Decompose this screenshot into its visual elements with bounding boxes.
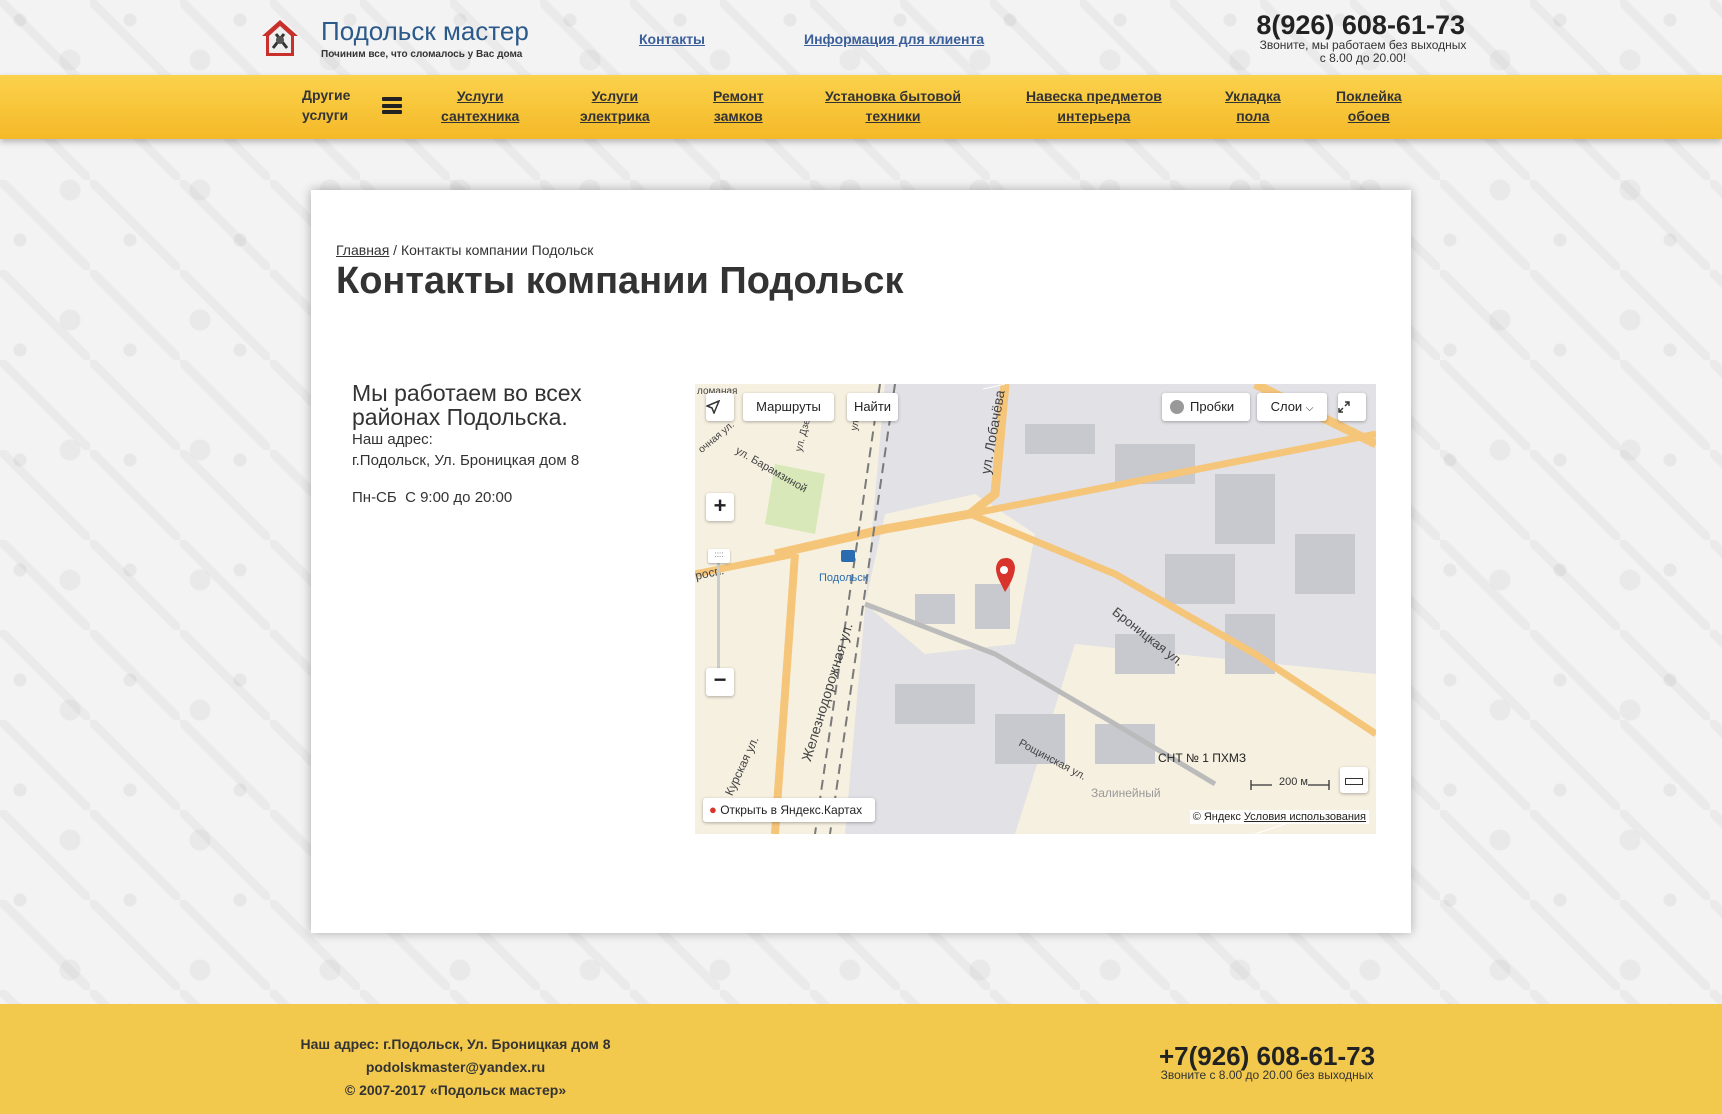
nav-item-line2: пола: [1236, 108, 1270, 124]
nav-item-line1: Поклейка: [1336, 88, 1402, 104]
services-nav: Другие услуги Услуги сантехника Услуги э…: [0, 75, 1722, 139]
nav-item-line1: Услуги: [456, 88, 504, 104]
nav-item-line2: техники: [865, 108, 921, 124]
nav-item-line2: электрика: [580, 108, 650, 124]
plus-icon: +: [713, 493, 727, 518]
contact-lead: Мы работаем во всех районах Подольска.: [352, 380, 582, 430]
nav-item-line1: Навеска предметов: [1026, 88, 1162, 104]
address-value: г.Подольск, Ул. Броницкая дом 8: [352, 452, 580, 469]
nav-interior-hanging[interactable]: Навеска предметов интерьера: [1026, 86, 1162, 126]
zoom-slider-track[interactable]: [717, 551, 720, 671]
nav-item-line2: замков: [713, 108, 763, 124]
open-in-yandex-maps-link[interactable]: ● Открыть в Яндекс.Картах: [703, 798, 875, 822]
nav-item-line2: интерьера: [1057, 108, 1131, 124]
find-button[interactable]: Найти: [847, 393, 898, 421]
station-label: Подольск: [819, 572, 868, 584]
footer-copyright: © 2007-2017 «Подольск мастер»: [344, 1082, 567, 1098]
open-in-yandex-maps-label: Открыть в Яндекс.Картах: [720, 803, 863, 817]
district-label: Залинейный: [1091, 786, 1161, 800]
brand-tagline: Починим все, что сломалось у Вас дома: [321, 49, 523, 60]
traffic-button-label: Пробки: [1190, 399, 1235, 414]
nav-appliance-install[interactable]: Установка бытовой техники: [825, 86, 961, 126]
contacts-link[interactable]: Контакты: [639, 31, 705, 47]
client-info-link[interactable]: Информация для клиента: [804, 31, 984, 47]
layers-button[interactable]: Слои ⌵: [1257, 393, 1327, 421]
traffic-icon: [1170, 400, 1184, 414]
nav-wallpaper[interactable]: Поклейка обоев: [1336, 86, 1402, 126]
header-phone[interactable]: 8(926) 608-61-73: [1256, 10, 1465, 41]
fullscreen-icon: [1338, 401, 1350, 413]
nav-electrician-services[interactable]: Услуги электрика: [580, 86, 650, 126]
nav-lock-repair[interactable]: Ремонт замков: [713, 86, 764, 126]
map-canvas[interactable]: [695, 384, 1376, 834]
nav-item-line1: Укладка: [1225, 88, 1281, 104]
map-terms-link[interactable]: Условия использования: [1244, 811, 1366, 823]
map-residential-area: [1015, 644, 1376, 834]
site-header: Подольск мастер Починим все, что сломало…: [0, 0, 1722, 75]
nav-plumber-services[interactable]: Услуги сантехника: [441, 86, 519, 126]
zoom-in-button[interactable]: +: [706, 493, 734, 521]
menu-icon[interactable]: [382, 97, 402, 114]
page-title: Контакты компании Подольск: [336, 260, 904, 302]
map-pin-icon: ●: [709, 802, 717, 817]
other-services-line2: услуги: [302, 107, 349, 123]
ruler-icon: [1345, 778, 1363, 785]
layers-button-label: Слои: [1270, 399, 1303, 414]
footer-address: Наш адрес: г.Подольск, Ул. Броницкая дом…: [300, 1036, 611, 1052]
nav-item-line2: обоев: [1347, 108, 1390, 124]
nav-floor-laying[interactable]: Укладка пола: [1225, 86, 1281, 126]
breadcrumb-separator: /: [389, 242, 401, 258]
traffic-button[interactable]: Пробки: [1162, 393, 1250, 421]
nav-item-line1: Услуги: [591, 88, 639, 104]
geolocation-button[interactable]: [706, 393, 734, 421]
geolocation-icon: [706, 400, 720, 414]
nav-item-line1: Установка бытовой: [825, 88, 961, 104]
fullscreen-button[interactable]: [1338, 393, 1366, 421]
yandex-map[interactable]: Подольск ул. Лобачёва Броницкая ул. Желе…: [695, 384, 1376, 834]
nav-item-line2: сантехника: [441, 108, 520, 124]
snt-label: СНТ № 1 ПХМЗ: [1158, 751, 1247, 765]
map-copyright: © Яндекс Условия использования: [1189, 810, 1369, 824]
other-services-label[interactable]: Другие услуги: [302, 85, 350, 125]
breadcrumb: Главная / Контакты компании Подольск: [336, 242, 593, 258]
working-hours: Пн-СБ С 9:00 до 20:00: [352, 489, 513, 506]
map-copyright-text: © Яндекс: [1192, 811, 1241, 823]
routes-button[interactable]: Маршруты: [743, 393, 834, 421]
breadcrumb-home-link[interactable]: Главная: [336, 242, 389, 258]
zoom-slider-handle[interactable]: ::::: [708, 549, 730, 563]
train-station-icon: [841, 550, 855, 562]
nav-item-line1: Ремонт: [713, 88, 764, 104]
footer-hours: Звоните с 8.00 до 20.00 без выходных: [1160, 1068, 1374, 1082]
brand-name[interactable]: Подольск мастер: [321, 16, 529, 47]
house-logo-icon[interactable]: [260, 18, 300, 58]
zoom-out-button[interactable]: −: [706, 668, 734, 696]
other-services-line1: Другие: [302, 87, 351, 103]
ruler-button[interactable]: [1340, 767, 1368, 793]
site-footer: Наш адрес: г.Подольск, Ул. Броницкая дом…: [0, 1004, 1722, 1114]
header-hours-line2: с 8.00 до 20.00!: [1319, 51, 1407, 65]
content-card: Главная / Контакты компании Подольск Кон…: [311, 190, 1411, 933]
breadcrumb-current: Контакты компании Подольск: [400, 242, 594, 258]
minus-icon: −: [713, 667, 727, 692]
map-scale-label: 200 м: [1279, 776, 1308, 788]
chevron-down-icon: ⌵: [1305, 403, 1314, 414]
header-hours: Звоните, мы работаем без выходных с 8.00…: [1253, 39, 1473, 65]
address-label: Наш адрес:: [352, 431, 433, 448]
footer-email[interactable]: podolskmaster@yandex.ru: [300, 1059, 611, 1075]
